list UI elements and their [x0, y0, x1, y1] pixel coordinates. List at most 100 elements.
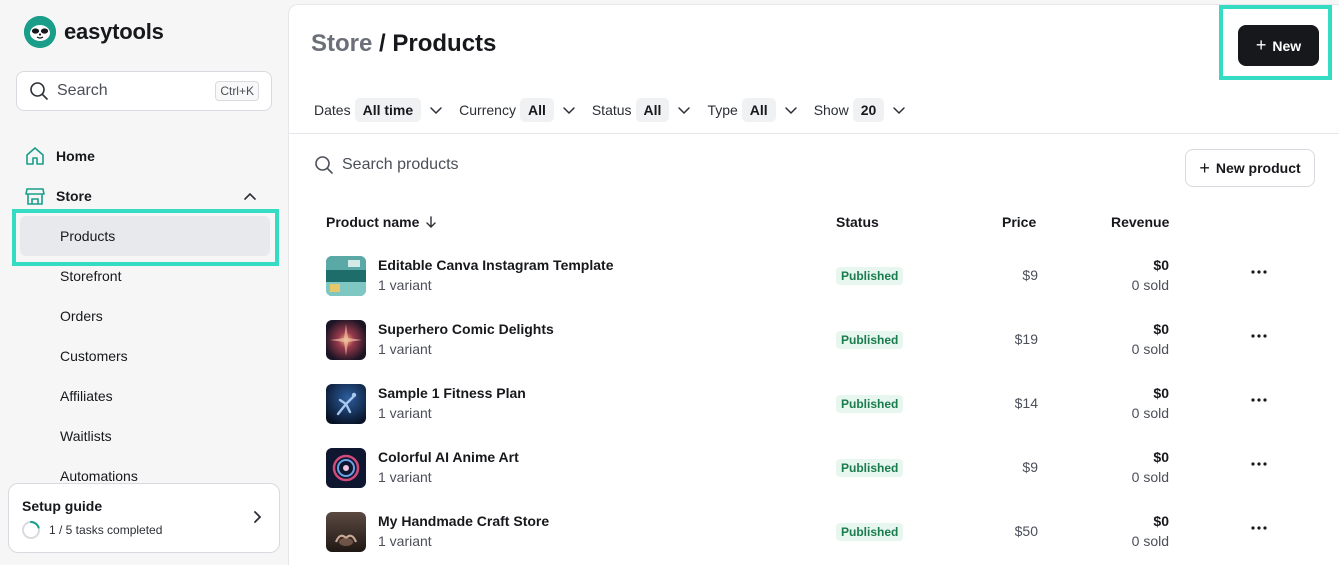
filter-show[interactable]: Show 20	[814, 98, 907, 122]
filter-value: All	[519, 98, 554, 122]
sloth-logo-icon	[24, 16, 56, 48]
app-window: easytools Search Ctrl+K Home Store Produ…	[0, 0, 1339, 565]
product-revenue: $0	[1153, 321, 1169, 337]
table-row[interactable]: Editable Canva Instagram Template 1 vari…	[289, 256, 1339, 320]
arrow-down-icon	[426, 216, 437, 228]
product-thumbnail	[326, 320, 366, 360]
product-variants: 1 variant	[378, 469, 432, 485]
logo[interactable]: easytools	[24, 16, 164, 48]
chevron-down-icon	[563, 107, 575, 115]
product-name[interactable]: Sample 1 Fitness Plan	[378, 385, 526, 401]
product-name[interactable]: Editable Canva Instagram Template	[378, 257, 613, 273]
filter-value: All	[635, 98, 670, 122]
product-price: $9	[1022, 267, 1038, 283]
product-revenue: $0	[1153, 257, 1169, 273]
filter-label: Show	[813, 102, 849, 118]
table-row[interactable]: Superhero Comic Delights 1 variant Publi…	[289, 320, 1339, 384]
chevron-right-icon	[254, 511, 262, 523]
filter-status[interactable]: Status All	[592, 98, 692, 122]
filter-label: Currency	[459, 102, 516, 118]
chevron-down-icon	[893, 107, 906, 115]
more-options-icon[interactable]	[1249, 262, 1269, 282]
product-revenue: $0	[1153, 513, 1169, 529]
filter-currency[interactable]: Currency All	[459, 98, 576, 122]
product-price: $14	[1014, 395, 1038, 411]
column-header-product-name[interactable]: Product name	[326, 214, 438, 230]
table-row[interactable]: My Handmade Craft Store 1 variant Publis…	[289, 512, 1339, 565]
table-row[interactable]: Sample 1 Fitness Plan 1 variant Publishe…	[289, 384, 1339, 448]
status-badge: Published	[836, 331, 904, 349]
breadcrumb-store[interactable]: Store	[311, 30, 372, 57]
sidebar-item-waitlists[interactable]: Waitlists	[20, 416, 270, 456]
filter-value: All time	[354, 98, 422, 122]
product-thumbnail	[326, 384, 366, 424]
product-sold: 0 sold	[1131, 469, 1169, 485]
setup-guide-progress: 1 / 5 tasks completed	[49, 523, 163, 537]
product-price: $9	[1022, 459, 1038, 475]
filter-dates[interactable]: Dates All time	[314, 98, 443, 122]
column-header-status[interactable]: Status	[836, 214, 879, 230]
product-variants: 1 variant	[378, 533, 432, 549]
status-badge: Published	[836, 523, 904, 541]
search-icon	[30, 82, 48, 100]
column-header-price[interactable]: Price	[1002, 214, 1036, 230]
new-product-label: New product	[1215, 160, 1301, 176]
product-sold: 0 sold	[1131, 277, 1169, 293]
sidebar: easytools Search Ctrl+K Home Store Produ…	[0, 0, 288, 565]
more-options-icon[interactable]	[1249, 326, 1269, 346]
product-sold: 0 sold	[1131, 533, 1169, 549]
more-options-icon[interactable]	[1249, 454, 1269, 474]
search-label: Search	[57, 82, 108, 99]
product-name[interactable]: Superhero Comic Delights	[378, 321, 554, 337]
setup-guide-title: Setup guide	[22, 498, 103, 514]
table-row[interactable]: Colorful AI Anime Art 1 variant Publishe…	[289, 448, 1339, 512]
product-sold: 0 sold	[1131, 341, 1169, 357]
more-options-icon[interactable]	[1249, 390, 1269, 410]
product-revenue: $0	[1153, 449, 1169, 465]
chevron-up-icon[interactable]	[241, 188, 259, 206]
breadcrumb-separator: /	[372, 30, 393, 57]
sidebar-item-home[interactable]: Home	[24, 140, 95, 172]
product-price: $50	[1014, 523, 1038, 539]
setup-guide-card[interactable]: Setup guide 1 / 5 tasks completed	[8, 483, 280, 553]
sidebar-item-label: Home	[56, 148, 95, 164]
sidebar-item-storefront[interactable]: Storefront	[20, 256, 270, 296]
store-icon	[24, 185, 46, 207]
product-search-input[interactable]: Search products	[314, 155, 459, 175]
product-revenue: $0	[1153, 385, 1169, 401]
product-name[interactable]: Colorful AI Anime Art	[378, 449, 519, 465]
chevron-down-icon	[678, 107, 691, 115]
product-variants: 1 variant	[378, 277, 432, 293]
divider	[289, 133, 1339, 134]
sidebar-item-customers[interactable]: Customers	[20, 336, 270, 376]
sidebar-item-orders[interactable]: Orders	[20, 296, 270, 336]
filter-bar: Dates All time Currency All Status All T…	[314, 97, 922, 123]
status-badge: Published	[836, 395, 904, 413]
new-product-button[interactable]: + New product	[1185, 149, 1315, 187]
product-variants: 1 variant	[378, 341, 432, 357]
filter-label: Dates	[314, 102, 351, 118]
filter-label: Type	[707, 102, 738, 118]
product-search-placeholder: Search products	[342, 156, 459, 173]
status-badge: Published	[836, 459, 904, 477]
product-thumbnail	[326, 512, 366, 552]
plus-icon: +	[1199, 157, 1210, 178]
page-title: Store / Products	[311, 30, 496, 58]
more-options-icon[interactable]	[1249, 518, 1269, 538]
filter-type[interactable]: Type All	[707, 98, 797, 122]
filter-value: 20	[852, 98, 885, 122]
sidebar-item-affiliates[interactable]: Affiliates	[20, 376, 270, 416]
column-header-label: Product name	[326, 214, 420, 230]
column-header-revenue[interactable]: Revenue	[1111, 214, 1169, 230]
product-name[interactable]: My Handmade Craft Store	[378, 513, 549, 529]
sidebar-item-label: Store	[56, 188, 92, 204]
product-variants: 1 variant	[378, 405, 432, 421]
search-shortcut: Ctrl+K	[215, 81, 259, 101]
progress-ring-icon	[22, 521, 40, 539]
sidebar-search[interactable]: Search Ctrl+K	[16, 71, 272, 111]
sidebar-item-store[interactable]: Store	[24, 180, 92, 212]
product-thumbnail	[326, 256, 366, 296]
search-icon	[315, 156, 333, 174]
chevron-down-icon	[784, 107, 797, 115]
filter-label: Status	[591, 102, 632, 118]
